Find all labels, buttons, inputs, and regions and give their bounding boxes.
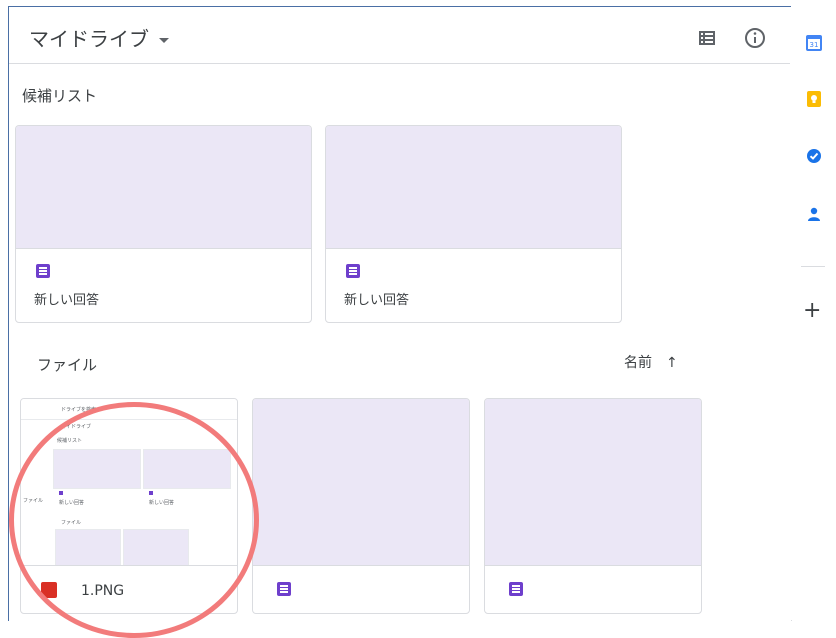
preview-search-text: ドライブを検索	[61, 407, 97, 413]
forms-icon	[509, 582, 523, 596]
file-thumbnail	[253, 399, 469, 566]
preview-files-text: ファイル	[61, 520, 82, 526]
file-name: 1.PNG	[81, 583, 125, 599]
image-preview-thumbnail: ドライブを検索 マイドライブ 候補リスト 新しい回答 新しい回答 ファイル ファ…	[21, 399, 237, 566]
preview-card	[123, 529, 189, 565]
caret-down-icon	[159, 38, 169, 43]
forms-icon	[36, 264, 50, 278]
sort-label: 名前	[624, 355, 652, 371]
calendar-day: 31	[810, 41, 819, 49]
file-name: 新しい回答	[344, 293, 410, 308]
suggested-heading: 候補リスト	[22, 87, 98, 105]
file-name: 新しい回答	[34, 293, 100, 308]
page-title: マイドライブ	[29, 27, 149, 51]
preview-card	[143, 449, 231, 489]
info-icon	[745, 28, 765, 48]
calendar-icon[interactable]: 31	[806, 35, 822, 51]
list-view-icon	[699, 31, 715, 45]
tasks-icon[interactable]	[806, 148, 822, 164]
my-drive-dropdown[interactable]: マイドライブ	[29, 23, 169, 52]
file-thumbnail	[485, 399, 701, 566]
file-card[interactable]	[252, 398, 470, 614]
sort-by-name-button[interactable]: 名前 ↑	[624, 352, 678, 372]
forms-icon	[346, 264, 360, 278]
list-view-button[interactable]	[693, 24, 721, 52]
preview-forms-icon	[59, 491, 63, 495]
rail-divider	[801, 266, 825, 267]
side-panel-rail: 31 +	[791, 6, 836, 620]
contacts-icon[interactable]	[806, 206, 822, 222]
preview-card-label: 新しい回答	[149, 500, 175, 506]
preview-toolbar	[21, 399, 237, 420]
add-addon-button[interactable]: +	[803, 300, 821, 322]
preview-suggested-text: 候補リスト	[57, 438, 83, 444]
forms-icon	[277, 582, 291, 596]
suggested-card[interactable]: 新しい回答	[325, 125, 622, 323]
file-thumbnail	[326, 126, 621, 249]
preview-side-text: ファイル	[23, 498, 44, 504]
suggested-card[interactable]: 新しい回答	[15, 125, 312, 323]
preview-forms-icon	[149, 491, 153, 495]
file-thumbnail	[16, 126, 311, 249]
preview-card	[55, 529, 121, 565]
preview-title-text: マイドライブ	[61, 424, 92, 430]
file-card[interactable]	[484, 398, 702, 614]
top-bar: マイドライブ	[9, 7, 790, 64]
keep-icon[interactable]	[806, 91, 822, 107]
preview-card-label: 新しい回答	[59, 500, 85, 506]
preview-card	[53, 449, 141, 489]
file-card[interactable]: ドライブを検索 マイドライブ 候補リスト 新しい回答 新しい回答 ファイル ファ…	[20, 398, 238, 614]
arrow-up-icon: ↑	[666, 355, 678, 371]
info-button[interactable]	[741, 24, 769, 52]
image-file-icon	[41, 582, 57, 598]
files-heading: ファイル	[37, 356, 98, 374]
